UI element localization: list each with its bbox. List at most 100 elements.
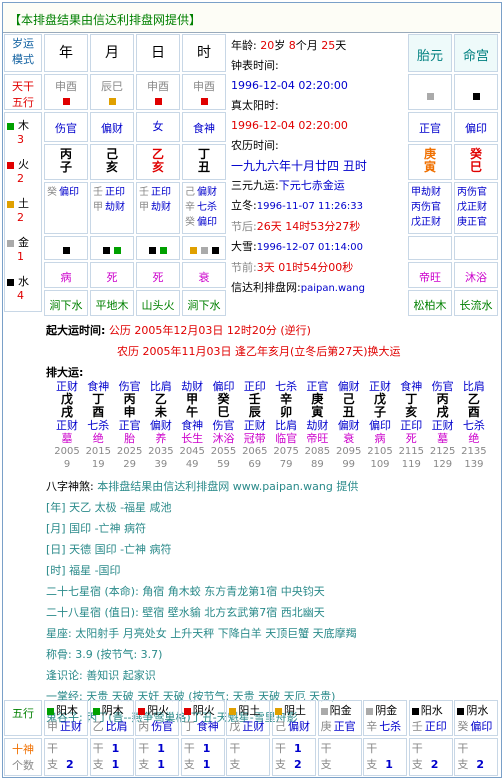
dayun-field: 39	[154, 459, 168, 470]
dayun-field: 衰	[343, 432, 355, 445]
col-square-icon	[62, 97, 70, 105]
dayun-field: 帝旺	[306, 432, 329, 445]
taiyuan-hidden: 甲劫财 丙伤官 戊正财	[408, 182, 452, 234]
hidden-shishen: 偏印	[59, 187, 79, 198]
pillar-ganzhi: 丁丑	[182, 144, 226, 180]
minggong-hidden: 丙伤官 戊正财 庚正官	[454, 182, 498, 234]
dayun-field: 正财	[56, 419, 78, 432]
col-text: 申酉	[147, 80, 169, 93]
hidden-shishen: 劫财	[105, 202, 125, 213]
dayun-field: 69	[248, 459, 262, 470]
minggong-square	[454, 74, 498, 110]
hidden-shishen: 正印	[105, 187, 125, 198]
dayun-field: 2035	[148, 446, 174, 457]
element-name: 火	[18, 158, 29, 171]
fate-knowledge: 逢识论: 善知识 起家识	[46, 669, 156, 682]
pillar-xiu: 死	[136, 262, 180, 288]
dayun-field: 129	[433, 459, 453, 470]
element-name: 水	[18, 275, 29, 288]
hidden-gan: 己	[185, 187, 195, 198]
zhi-n: 1	[111, 758, 120, 771]
pillar-nayin: 涧下水	[44, 290, 88, 316]
pillar-xiu: 病	[44, 262, 88, 288]
gan-l: 干	[47, 742, 58, 755]
count-zhi: 支2	[47, 757, 85, 773]
dayun-field: 79	[279, 459, 293, 470]
ss-gan: 壬	[411, 720, 423, 733]
element-name: 金	[18, 236, 29, 249]
zhi-n: 2	[294, 758, 302, 771]
bottom-count: 干1支1	[135, 738, 180, 776]
bottom-col: 阳水壬正印	[408, 700, 453, 736]
hidden-shishen: 劫财	[151, 202, 171, 213]
bottom-count: 干1支1	[180, 738, 225, 776]
bottom-col: 阴金辛七杀	[363, 700, 408, 736]
dayun-step: 比肩乙未偏财养 2035 39	[146, 380, 176, 476]
count-gan: 干	[229, 741, 267, 757]
dayun-field: 沐浴	[212, 432, 235, 445]
dayun-field: 长生	[181, 432, 204, 445]
element-counts: 木3火2土2金1水4	[4, 112, 42, 312]
zhi-n: 1	[157, 758, 165, 771]
bottom-wx: 阴土	[275, 703, 313, 719]
wx-name: 阳火	[147, 704, 170, 717]
ss-name: 偏财	[288, 720, 310, 733]
pillar-xiu: 死	[90, 262, 134, 288]
col-square-icon	[200, 97, 208, 105]
hidden-color-icon	[160, 246, 167, 254]
dayun-field: 29	[123, 459, 136, 470]
bottom-col: 阳金庚正官	[317, 700, 362, 736]
zhi-l: 支	[457, 758, 469, 771]
hidden-shishen: 偏财	[197, 187, 217, 198]
bottom-ss: 辛七杀	[366, 719, 404, 735]
bottom-wx: 阳金	[320, 703, 359, 719]
dayun-field: 99	[342, 459, 356, 470]
hidden-color-icon	[200, 246, 208, 254]
dayun-step: 食神丁亥正印死 2115 119	[396, 380, 426, 476]
dayun-field: 49	[185, 459, 199, 470]
bottom-ss: 乙比肩	[93, 719, 131, 735]
shensha-month: [月] 国印 -亡神 病符	[46, 522, 147, 535]
element-count: 2	[17, 172, 24, 185]
dayun-field: 比肩	[275, 419, 298, 432]
bottom-col: 阴木乙比肩	[89, 700, 134, 736]
gan-l: 干	[229, 742, 241, 755]
bottom-col: 阳火丙伤官	[135, 700, 180, 736]
dayun-field: 2075	[273, 446, 299, 457]
minggong-ganzhi: 癸巳	[454, 144, 498, 180]
dayun-field: 2045	[179, 446, 205, 457]
hidden-stem: 甲劫财	[93, 200, 131, 215]
bottom-ss: 戊正财	[229, 719, 267, 735]
count-zhi: 支2	[412, 757, 450, 773]
dayun-field: 墓	[61, 432, 73, 445]
dayun-field: 冠带	[243, 432, 266, 445]
ss-gan: 庚	[320, 720, 332, 733]
wx-name: 阳水	[420, 704, 443, 717]
taiyuan-square	[408, 74, 452, 110]
col-square-icon	[108, 97, 116, 105]
dayun-field: 养	[155, 432, 167, 445]
minggong-shishen: 偏印	[454, 112, 498, 142]
bone-weight: 称骨: 3.9 (按节气: 3.7)	[46, 648, 163, 661]
dayun-field: 2005	[54, 446, 80, 457]
pillar-col: 辰巳	[90, 74, 134, 110]
zodiac: 星座: 太阳射手 月亮处女 上升天秤 下降白羊 天顶巨蟹 天底摩羯	[46, 627, 357, 640]
bottom-wx: 阳土	[229, 703, 267, 719]
hidden-gan: 壬	[139, 187, 149, 198]
count-gan: 干	[366, 741, 404, 757]
pillar-zhi: 亥	[151, 160, 164, 174]
dayun-field: 偏财	[149, 419, 172, 432]
wx-color-icon	[47, 707, 54, 715]
dayun-field: 子	[373, 405, 386, 419]
gan-n: 1	[294, 742, 302, 755]
dayun-field: 59	[217, 459, 230, 470]
dayun-field: 死	[405, 432, 417, 445]
wx-name: 阴金	[375, 704, 398, 717]
bottom-count: 干支	[226, 738, 271, 776]
pillar-label: 日	[136, 34, 180, 72]
dayun-field: 寅	[311, 405, 324, 419]
dayun-field: 偏财	[337, 419, 360, 432]
count-gan: 干1	[275, 741, 313, 757]
pillar-hidden: 癸偏印	[44, 182, 88, 234]
hidden-stem: 癸偏印	[47, 185, 85, 200]
